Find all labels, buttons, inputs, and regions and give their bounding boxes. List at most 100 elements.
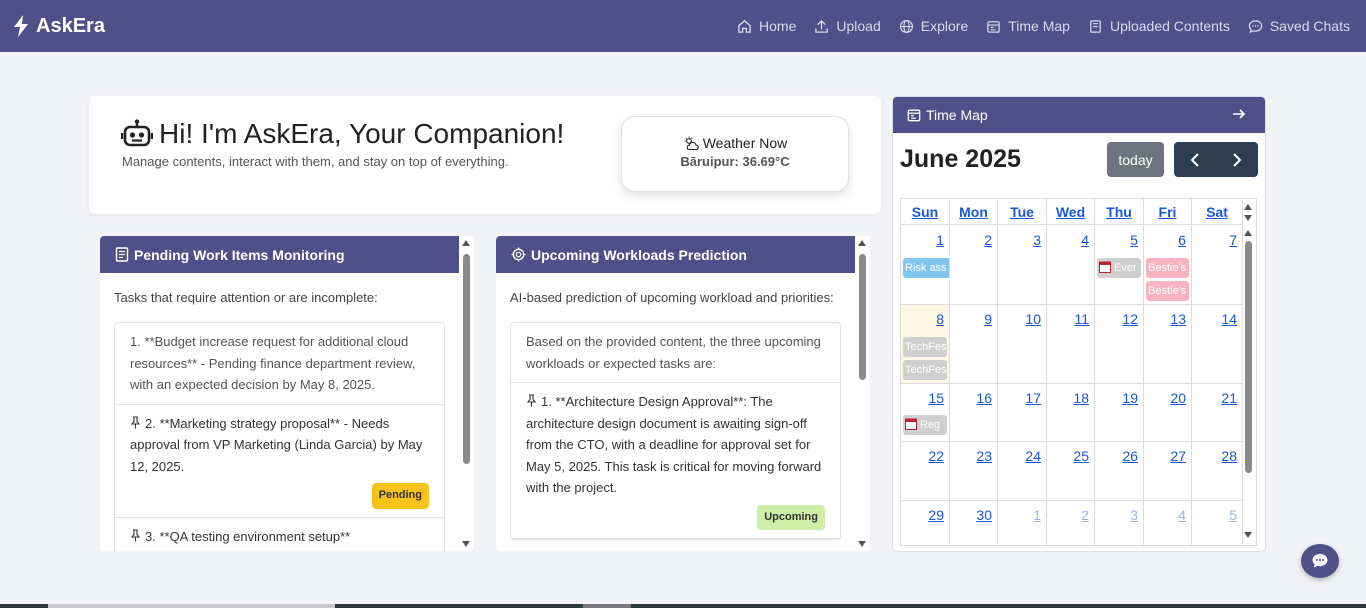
scroll-down-arrow[interactable] bbox=[858, 541, 866, 547]
calendar-day[interactable]: 18 bbox=[1047, 384, 1095, 441]
day-number[interactable]: 2 bbox=[984, 232, 992, 248]
calendar-day[interactable]: 4 bbox=[1144, 501, 1192, 545]
day-number[interactable]: 12 bbox=[1122, 311, 1138, 327]
calendar-event[interactable]: Ever bbox=[1097, 258, 1141, 278]
calendar-day[interactable]: 4 bbox=[1047, 226, 1095, 304]
day-number[interactable]: 4 bbox=[1081, 232, 1089, 248]
calendar-day[interactable]: 23 bbox=[950, 442, 998, 500]
list-item[interactable]: 1. **Architecture Design Approval**: The… bbox=[511, 383, 840, 539]
nav-saved-chats[interactable]: Saved Chats bbox=[1248, 18, 1350, 34]
pending-scrollbar[interactable] bbox=[459, 236, 474, 551]
day-number[interactable]: 21 bbox=[1221, 390, 1237, 406]
day-number[interactable]: 5 bbox=[1229, 507, 1237, 523]
day-number[interactable]: 11 bbox=[1074, 311, 1089, 327]
calendar-day[interactable]: 1 Risk ass bbox=[901, 226, 950, 304]
today-button[interactable]: today bbox=[1107, 142, 1164, 177]
nav-time-map[interactable]: Time Map bbox=[986, 18, 1070, 34]
day-number[interactable]: 1 bbox=[936, 232, 944, 248]
weekday-sat[interactable]: Sat bbox=[1192, 199, 1243, 225]
calendar-scrollbar[interactable] bbox=[1241, 199, 1256, 545]
weekday-fri[interactable]: Fri bbox=[1144, 199, 1192, 225]
day-number[interactable]: 10 bbox=[1025, 311, 1041, 327]
upcoming-scrollbar[interactable] bbox=[855, 236, 870, 551]
scroll-thumb[interactable] bbox=[859, 254, 866, 380]
calendar-day[interactable]: 6 Bestie's Bestie's bbox=[1144, 226, 1192, 304]
scroll-thumb[interactable] bbox=[1245, 241, 1252, 473]
calendar-day[interactable]: 28 bbox=[1192, 442, 1243, 500]
calendar-day[interactable]: 1 bbox=[998, 501, 1047, 545]
weekday-sun[interactable]: Sun bbox=[901, 199, 950, 225]
day-number[interactable]: 15 bbox=[928, 390, 944, 406]
calendar-day[interactable]: 7 bbox=[1192, 226, 1243, 304]
calendar-day[interactable]: 3 bbox=[998, 226, 1047, 304]
scroll-up-arrow[interactable] bbox=[1244, 230, 1252, 236]
calendar-day[interactable]: 15 Reg bbox=[901, 384, 950, 441]
calendar-event[interactable]: TechFes bbox=[903, 360, 947, 380]
prev-month-button[interactable] bbox=[1174, 142, 1216, 177]
day-number[interactable]: 13 bbox=[1170, 311, 1186, 327]
day-number[interactable]: 22 bbox=[928, 448, 944, 464]
list-item[interactable]: 1. **Budget increase request for additio… bbox=[115, 323, 444, 405]
calendar-day[interactable]: 21 bbox=[1192, 384, 1243, 441]
calendar-day[interactable]: 2 bbox=[950, 226, 998, 304]
scroll-down-arrow[interactable] bbox=[1244, 532, 1252, 538]
calendar-day[interactable]: 9 bbox=[950, 305, 998, 383]
day-number[interactable]: 16 bbox=[976, 390, 992, 406]
scroll-thumb[interactable] bbox=[463, 254, 470, 464]
day-number[interactable]: 24 bbox=[1025, 448, 1041, 464]
calendar-day[interactable]: 27 bbox=[1144, 442, 1192, 500]
calendar-day[interactable]: 14 bbox=[1192, 305, 1243, 383]
nav-home[interactable]: Home bbox=[737, 18, 796, 34]
calendar-day[interactable]: 12 bbox=[1095, 305, 1144, 383]
day-number[interactable]: 6 bbox=[1178, 232, 1186, 248]
weekday-wed[interactable]: Wed bbox=[1047, 199, 1095, 225]
day-number[interactable]: 23 bbox=[976, 448, 992, 464]
nav-uploaded-contents[interactable]: Uploaded Contents bbox=[1088, 18, 1230, 34]
scroll-down-arrow[interactable] bbox=[462, 541, 470, 547]
day-number[interactable]: 3 bbox=[1130, 507, 1138, 523]
nav-upload[interactable]: Upload bbox=[814, 18, 881, 34]
calendar-event[interactable]: Bestie's bbox=[1146, 258, 1189, 278]
calendar-event[interactable]: TechFes bbox=[903, 337, 947, 357]
day-number[interactable]: 19 bbox=[1122, 390, 1138, 406]
calendar-day[interactable]: 16 bbox=[950, 384, 998, 441]
day-number[interactable]: 8 bbox=[936, 311, 944, 327]
calendar-day[interactable]: 11 bbox=[1047, 305, 1095, 383]
calendar-event[interactable]: Bestie's bbox=[1146, 281, 1189, 301]
day-number[interactable]: 1 bbox=[1033, 507, 1041, 523]
chat-fab-button[interactable] bbox=[1301, 544, 1339, 578]
calendar-day[interactable]: 17 bbox=[998, 384, 1047, 441]
next-month-button[interactable] bbox=[1216, 142, 1258, 177]
calendar-day[interactable]: 3 bbox=[1095, 501, 1144, 545]
weekday-mon[interactable]: Mon bbox=[950, 199, 998, 225]
scroll-up-arrow[interactable] bbox=[858, 240, 866, 246]
calendar-day-today[interactable]: 8 TechFes TechFes bbox=[901, 305, 950, 383]
day-number[interactable]: 28 bbox=[1221, 448, 1237, 464]
calendar-day[interactable]: 19 bbox=[1095, 384, 1144, 441]
brand-logo[interactable]: AskEra bbox=[12, 0, 105, 52]
calendar-event[interactable]: Reg bbox=[903, 415, 947, 435]
scroll-up-arrow[interactable] bbox=[462, 240, 470, 246]
scroll-up-arrow[interactable] bbox=[1244, 204, 1252, 210]
calendar-day[interactable]: 26 bbox=[1095, 442, 1144, 500]
day-number[interactable]: 20 bbox=[1170, 390, 1186, 406]
calendar-day[interactable]: 22 bbox=[901, 442, 950, 500]
day-number[interactable]: 27 bbox=[1170, 448, 1186, 464]
calendar-day[interactable]: 20 bbox=[1144, 384, 1192, 441]
list-item[interactable]: 3. **QA testing environment setup** bbox=[115, 518, 444, 552]
day-number[interactable]: 4 bbox=[1178, 507, 1186, 523]
calendar-day[interactable]: 13 bbox=[1144, 305, 1192, 383]
day-number[interactable]: 7 bbox=[1229, 232, 1237, 248]
list-item[interactable]: 2. **Marketing strategy proposal** - Nee… bbox=[115, 405, 444, 518]
arrow-right-icon[interactable] bbox=[1232, 107, 1246, 121]
calendar-day[interactable]: 5 Ever bbox=[1095, 226, 1144, 304]
day-number[interactable]: 14 bbox=[1221, 311, 1237, 327]
nav-explore[interactable]: Explore bbox=[899, 18, 968, 34]
day-number[interactable]: 25 bbox=[1073, 448, 1089, 464]
day-number[interactable]: 2 bbox=[1081, 507, 1089, 523]
day-number[interactable]: 5 bbox=[1130, 232, 1138, 248]
calendar-day[interactable]: 25 bbox=[1047, 442, 1095, 500]
scroll-down-arrow[interactable] bbox=[1244, 215, 1252, 221]
calendar-day[interactable]: 30 bbox=[950, 501, 998, 545]
day-number[interactable]: 17 bbox=[1025, 390, 1041, 406]
